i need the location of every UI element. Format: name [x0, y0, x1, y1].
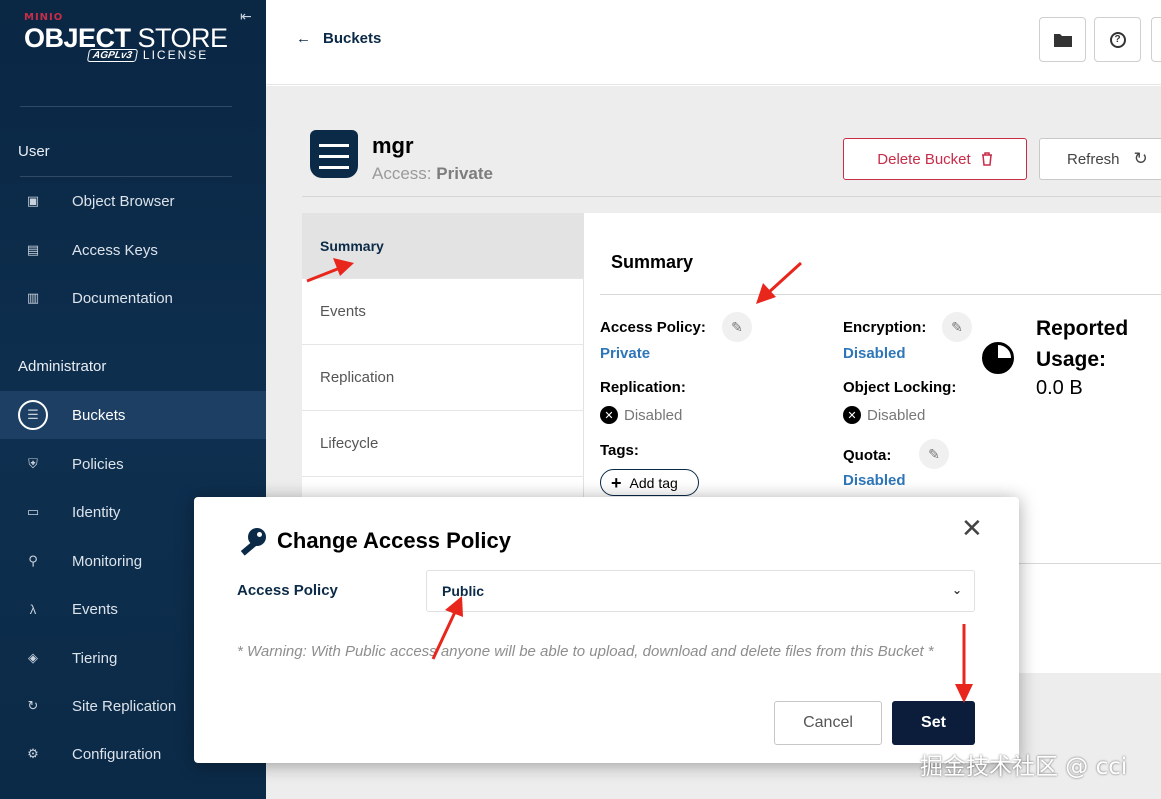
buckets-icon: ☰ — [18, 400, 48, 430]
encryption-label: Encryption: — [843, 319, 927, 336]
sidebar-divider — [20, 106, 232, 107]
cancel-button[interactable]: Cancel — [774, 701, 882, 745]
documentation-icon: ▥ — [26, 290, 40, 305]
sidebar-item-label: Policies — [72, 455, 124, 473]
close-icon[interactable]: ✕ — [961, 515, 983, 541]
license-text: LICENSE — [142, 48, 209, 62]
summary-title: Summary — [611, 252, 694, 272]
sidebar-item-label: Events — [72, 600, 118, 618]
set-button[interactable]: Set — [892, 701, 975, 745]
policies-icon: ⛨ — [28, 456, 38, 471]
delete-bucket-button[interactable]: Delete Bucket — [843, 138, 1027, 180]
summary-divider — [600, 294, 1161, 295]
object-browser-icon: ▣ — [26, 193, 40, 208]
access-policy-select[interactable]: Public ⌄ — [426, 570, 975, 612]
sidebar-item-access-keys[interactable]: ▤ Access Keys — [0, 226, 266, 274]
add-tag-label: Add tag — [629, 474, 678, 491]
access-policy-selected-value: Public — [442, 583, 485, 599]
access-keys-icon: ▤ — [26, 242, 40, 257]
edit-quota-pencil-icon[interactable]: ✎ — [919, 439, 949, 469]
site-replication-icon: ↻ — [27, 698, 39, 713]
modal-title: Change Access Policy — [237, 527, 511, 556]
back-to-buckets-link[interactable]: ← Buckets — [296, 30, 381, 47]
bucket-access: Access: Private — [372, 164, 493, 183]
refresh-icon: ↻ — [1133, 149, 1148, 168]
modal-title-text: Change Access Policy — [277, 528, 511, 553]
bucket-name: mgr — [372, 133, 414, 158]
bucket-tabs: Summary Events Replication Lifecycle — [302, 213, 584, 503]
plus-icon: + — [611, 472, 622, 493]
tags-label: Tags: — [600, 442, 639, 459]
identity-icon: ▭ — [26, 504, 40, 519]
edit-encryption-pencil-icon[interactable]: ✎ — [942, 312, 972, 342]
encryption-value[interactable]: Disabled — [843, 345, 906, 362]
agpl-badge: AGPLv3 — [86, 48, 139, 62]
trash-icon — [981, 152, 992, 166]
quota-label: Quota: — [843, 447, 892, 464]
brand-minio: MINIO — [24, 12, 64, 23]
top-bar: ← Buckets ? — [266, 0, 1161, 85]
tiering-icon: ◈ — [28, 650, 38, 665]
refresh-button[interactable]: Refresh ↻ — [1039, 138, 1161, 180]
brand-logo[interactable]: MINIO OBJECT STORE — [24, 12, 239, 53]
monitoring-icon: ⚲ — [28, 553, 38, 568]
reported-usage-value: 0.0 B — [1036, 377, 1083, 399]
sidebar-item-label: Documentation — [72, 289, 173, 307]
header-divider — [302, 196, 1161, 197]
sidebar-item-label: Identity — [72, 503, 121, 521]
configuration-icon: ⚙ — [27, 746, 39, 761]
back-arrow-icon: ← — [296, 30, 311, 47]
access-policy-label: Access Policy: — [600, 319, 706, 336]
access-policy-field-label: Access Policy — [237, 582, 338, 599]
sidebar-item-label: Configuration — [72, 745, 162, 763]
sidebar-item-label: Access Keys — [72, 241, 158, 259]
events-icon: λ — [29, 601, 37, 617]
access-policy-value[interactable]: Private — [600, 345, 650, 362]
delete-bucket-label: Delete Bucket — [877, 150, 971, 168]
sidebar-item-object-browser[interactable]: ▣ Object Browser — [0, 177, 266, 225]
sidebar-item-documentation[interactable]: ▥ Documentation — [0, 274, 266, 322]
folder-icon — [1053, 33, 1072, 47]
brand-license: AGPLv3 LICENSE — [86, 48, 209, 62]
usage-pie-icon — [982, 342, 1014, 374]
sidebar-section-user: User — [18, 143, 50, 160]
public-warning-text: * Warning: With Public access anyone wil… — [237, 643, 934, 660]
edit-access-policy-pencil-icon[interactable]: ✎ — [722, 312, 752, 342]
watermark: 掘金技术社区 @ cci — [920, 754, 1128, 780]
folder-button[interactable] — [1039, 17, 1086, 62]
sidebar-item-label: Tiering — [72, 649, 118, 667]
key-icon — [237, 527, 267, 556]
tab-replication[interactable]: Replication — [302, 345, 584, 411]
tab-summary[interactable]: Summary — [302, 213, 584, 279]
change-access-policy-modal: Change Access Policy ✕ Access Policy Pub… — [194, 497, 1019, 763]
tab-lifecycle[interactable]: Lifecycle — [302, 411, 584, 477]
back-label: Buckets — [323, 30, 382, 47]
sidebar-section-administrator: Administrator — [18, 358, 107, 375]
help-icon: ? — [1109, 31, 1126, 48]
sidebar-item-buckets[interactable]: ☰ Buckets — [0, 391, 266, 439]
sidebar-item-policies[interactable]: ⛨ Policies — [0, 440, 266, 488]
add-tag-button[interactable]: + Add tag — [600, 469, 699, 496]
disabled-x-icon: ✕ — [600, 406, 618, 424]
collapse-sidebar-icon[interactable]: ⇤ — [240, 8, 252, 25]
sidebar-item-label: Buckets — [72, 406, 126, 424]
reported-usage-label: Reported Usage: — [1036, 317, 1129, 371]
sidebar-item-label: Monitoring — [72, 552, 143, 570]
sidebar-item-label: Site Replication — [72, 697, 177, 715]
object-locking-label: Object Locking: — [843, 379, 957, 396]
object-locking-status: ✕ Disabled — [843, 406, 925, 424]
replication-label: Replication: — [600, 379, 686, 396]
replication-status: ✕ Disabled — [600, 406, 682, 424]
quota-value[interactable]: Disabled — [843, 472, 906, 489]
more-button[interactable] — [1151, 17, 1161, 62]
tab-events[interactable]: Events — [302, 279, 584, 345]
help-button[interactable]: ? — [1094, 17, 1141, 62]
bucket-icon — [310, 130, 358, 178]
refresh-label: Refresh — [1067, 150, 1120, 168]
disabled-x-icon: ✕ — [843, 406, 861, 424]
chevron-down-icon: ⌄ — [951, 583, 962, 597]
sidebar-item-label: Object Browser — [72, 192, 175, 210]
